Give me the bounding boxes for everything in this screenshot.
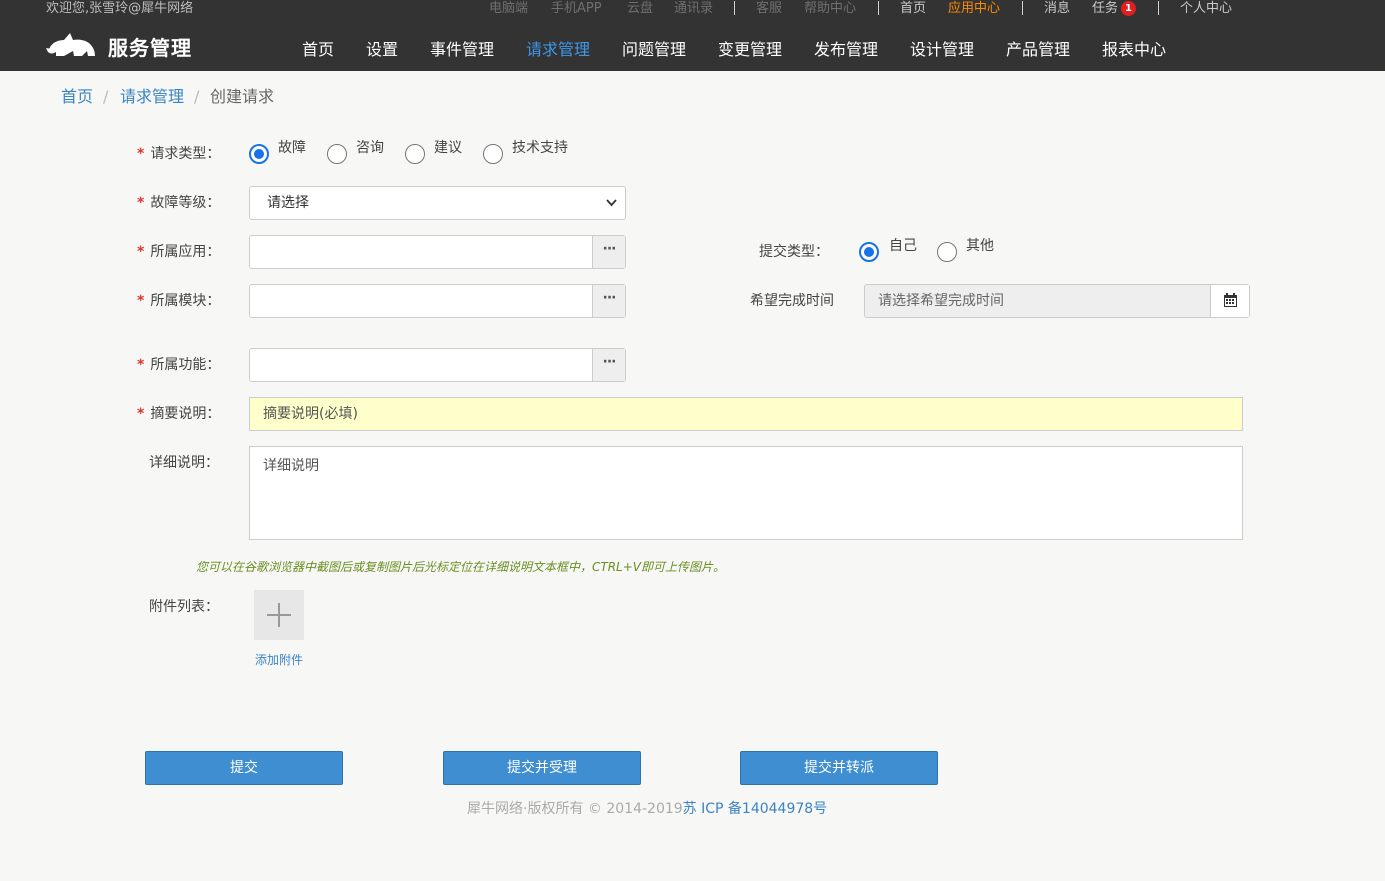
- nav-product[interactable]: 产品管理: [1006, 38, 1070, 62]
- breadcrumb-separator: /: [103, 87, 109, 106]
- breadcrumb-separator: /: [194, 87, 200, 106]
- nav-request[interactable]: 请求管理: [526, 38, 590, 62]
- toplink-mobile-app[interactable]: 手机APP: [551, 0, 602, 18]
- add-attachment-button[interactable]: [254, 590, 304, 640]
- required-mark: *: [137, 406, 145, 422]
- required-mark: *: [137, 146, 145, 162]
- footer-icp-link[interactable]: 苏 ICP 备14044978号: [683, 801, 828, 817]
- calendar-icon[interactable]: [1210, 285, 1249, 317]
- summary-label: * 摘要说明：: [137, 406, 221, 422]
- function-input[interactable]: ···: [249, 348, 626, 382]
- function-picker-ellipsis-icon[interactable]: ···: [592, 349, 625, 381]
- required-mark: *: [137, 357, 145, 373]
- expected-time-input[interactable]: 请选择希望完成时间: [864, 284, 1250, 318]
- top-header: 欢迎您,张雪玲@犀牛网络 电脑端 手机APP 云盘 通讯录 客服 帮助中心 首页…: [0, 0, 1385, 71]
- radio-label-tech: 技术支持: [512, 140, 568, 156]
- radio-label-fault: 故障: [278, 140, 306, 156]
- fault-level-select[interactable]: 请选择: [249, 186, 626, 220]
- nav-problem[interactable]: 问题管理: [622, 38, 686, 62]
- divider: [734, 1, 735, 15]
- footer-copyright: 犀牛网络·版权所有 © 2014-2019: [467, 801, 683, 817]
- module-label: * 所属模块：: [137, 293, 221, 309]
- toplink-profile[interactable]: 个人中心: [1180, 0, 1232, 18]
- radio-submit-other[interactable]: [937, 242, 957, 262]
- nav-reports[interactable]: 报表中心: [1102, 38, 1166, 62]
- submit-type-label: 提交类型：: [759, 244, 829, 260]
- toplink-app-center[interactable]: 应用中心: [948, 0, 1000, 18]
- breadcrumb-home[interactable]: 首页: [61, 87, 93, 107]
- fault-level-label: * 故障等级：: [137, 195, 221, 211]
- radio-request-suggest[interactable]: [405, 144, 425, 164]
- add-attachment-link[interactable]: 添加附件: [255, 651, 303, 668]
- expected-time-placeholder: 请选择希望完成时间: [878, 293, 1004, 309]
- toplink-desktop[interactable]: 电脑端: [489, 0, 528, 18]
- breadcrumb-request[interactable]: 请求管理: [120, 87, 184, 107]
- detail-label: 详细说明：: [149, 455, 219, 471]
- chevron-down-icon: [606, 187, 617, 232]
- divider: [1158, 1, 1159, 15]
- nav-design[interactable]: 设计管理: [910, 38, 974, 62]
- paste-image-tip: 您可以在谷歌浏览器中截图后或复制图片后光标定位在详细说明文本框中，CTRL+V即…: [196, 560, 725, 574]
- brand-title: 服务管理: [108, 36, 192, 60]
- summary-input[interactable]: 摘要说明(必填): [249, 397, 1243, 431]
- toplink-home[interactable]: 首页: [900, 0, 926, 18]
- app-picker-ellipsis-icon[interactable]: ···: [592, 236, 625, 268]
- submit-button[interactable]: 提交: [145, 751, 343, 785]
- toplink-tasks[interactable]: 任务 1: [1092, 0, 1137, 18]
- tasks-label: 任务: [1092, 1, 1119, 16]
- module-picker-ellipsis-icon[interactable]: ···: [592, 285, 625, 317]
- divider: [878, 1, 879, 15]
- toplink-support[interactable]: 客服: [756, 0, 782, 18]
- expected-time-label: 希望完成时间: [750, 293, 834, 309]
- radio-request-consult[interactable]: [327, 144, 347, 164]
- nav-settings[interactable]: 设置: [366, 38, 398, 62]
- function-label: * 所属功能：: [137, 357, 221, 373]
- detail-textarea[interactable]: 详细说明: [249, 446, 1243, 540]
- attachments-label: 附件列表：: [149, 599, 219, 615]
- welcome-text: 欢迎您,张雪玲@犀牛网络: [46, 1, 194, 16]
- task-count-badge: 1: [1121, 1, 1137, 16]
- radio-label-suggest: 建议: [434, 140, 462, 156]
- divider: [1022, 1, 1023, 15]
- footer: 犀牛网络·版权所有 © 2014-2019苏 ICP 备14044978号: [467, 798, 827, 818]
- nav-change[interactable]: 变更管理: [718, 38, 782, 62]
- radio-request-tech[interactable]: [483, 144, 503, 164]
- toplink-messages[interactable]: 消息: [1044, 0, 1070, 18]
- toplink-help[interactable]: 帮助中心: [804, 0, 856, 18]
- radio-label-self: 自己: [889, 238, 917, 254]
- app-input[interactable]: ···: [249, 235, 626, 269]
- breadcrumb-current: 创建请求: [210, 87, 275, 106]
- fault-level-value: 请选择: [267, 195, 309, 211]
- radio-submit-self[interactable]: [859, 242, 879, 262]
- toplink-cloud[interactable]: 云盘: [627, 0, 653, 18]
- submit-transfer-button[interactable]: 提交并转派: [740, 751, 938, 785]
- radio-label-consult: 咨询: [356, 140, 384, 156]
- submit-accept-button[interactable]: 提交并受理: [443, 751, 641, 785]
- nav-home[interactable]: 首页: [302, 38, 334, 62]
- app-label: * 所属应用：: [137, 244, 221, 260]
- required-mark: *: [137, 293, 145, 309]
- radio-label-other: 其他: [966, 238, 994, 254]
- required-mark: *: [137, 195, 145, 211]
- required-mark: *: [137, 244, 145, 260]
- radio-request-fault[interactable]: [249, 144, 269, 164]
- request-type-label: * 请求类型：: [137, 146, 221, 162]
- rhino-logo-icon: [46, 33, 95, 56]
- nav-incident[interactable]: 事件管理: [430, 38, 494, 62]
- module-input[interactable]: ···: [249, 284, 626, 318]
- toplink-contacts[interactable]: 通讯录: [674, 0, 713, 18]
- nav-release[interactable]: 发布管理: [814, 38, 878, 62]
